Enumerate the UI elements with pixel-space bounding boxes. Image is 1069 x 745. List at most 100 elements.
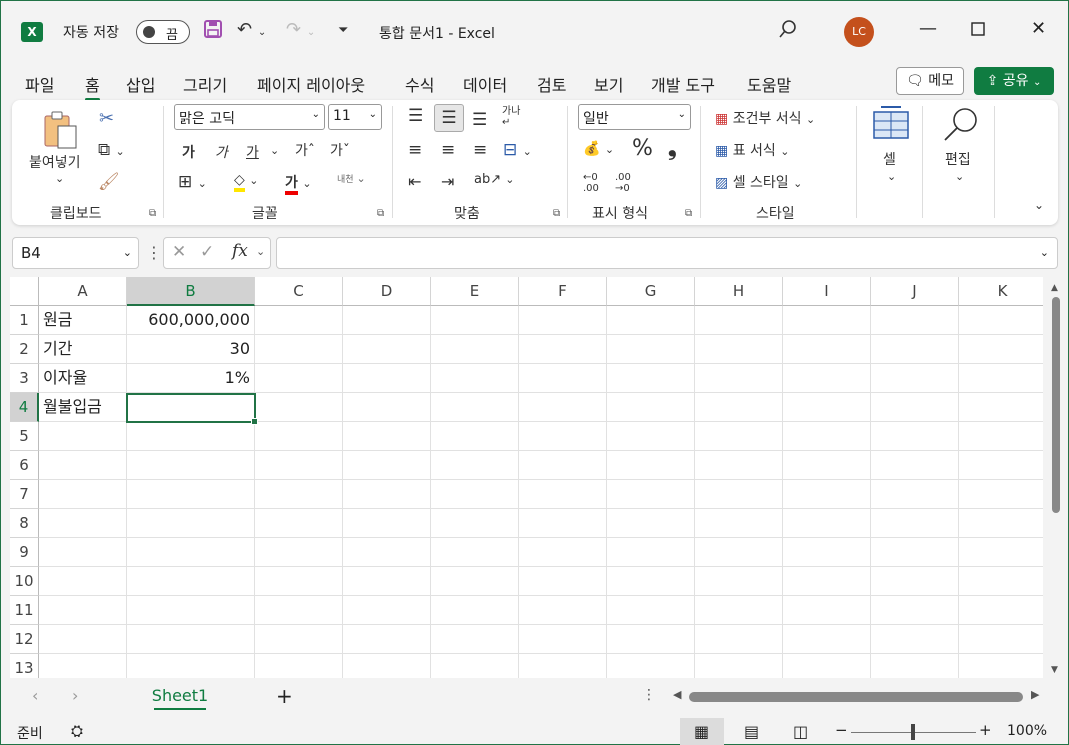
clipboard-launcher-icon[interactable]: ⧉ xyxy=(149,208,156,219)
cell-f6[interactable] xyxy=(519,451,607,480)
cell-k5[interactable] xyxy=(959,422,1043,451)
cell-f7[interactable] xyxy=(519,480,607,509)
format-painter-icon[interactable]: 🖌 xyxy=(98,172,120,192)
row-header-12[interactable]: 12 xyxy=(10,625,39,654)
cell-a6[interactable] xyxy=(39,451,127,480)
cell-a5[interactable] xyxy=(39,422,127,451)
column-header-a[interactable]: A xyxy=(39,277,127,306)
cell-e10[interactable] xyxy=(431,567,519,596)
wrap-text-icon[interactable]: 가나 ↵ xyxy=(502,106,520,128)
cell-c4[interactable] xyxy=(255,393,343,422)
close-icon[interactable]: ✕ xyxy=(1031,18,1046,39)
increase-indent-icon[interactable]: ⇥ xyxy=(441,172,454,191)
cells-icon[interactable] xyxy=(873,106,909,144)
cell-a11[interactable] xyxy=(39,596,127,625)
vertical-scroll-thumb[interactable] xyxy=(1052,297,1060,513)
cell-b11[interactable] xyxy=(127,596,255,625)
number-launcher-icon[interactable]: ⧉ xyxy=(685,208,692,219)
accessibility-icon[interactable]: ⛭ xyxy=(71,722,83,740)
cell-j9[interactable] xyxy=(871,538,959,567)
cell-k13[interactable] xyxy=(959,654,1043,678)
font-color-button[interactable]: 가 ⌄ xyxy=(285,172,312,195)
cell-e1[interactable] xyxy=(431,306,519,335)
horizontal-scroll-thumb[interactable] xyxy=(689,692,1023,702)
cell-g13[interactable] xyxy=(607,654,695,678)
cell-c8[interactable] xyxy=(255,509,343,538)
cell-k6[interactable] xyxy=(959,451,1043,480)
align-right-icon[interactable]: ≡ xyxy=(473,140,487,160)
cell-i9[interactable] xyxy=(783,538,871,567)
ribbon-collapse-icon[interactable]: ⌄ xyxy=(1034,198,1044,212)
phonetic-icon[interactable]: 내천 ⌄ xyxy=(337,172,366,185)
cell-e12[interactable] xyxy=(431,625,519,654)
insert-function-icon[interactable]: fx xyxy=(232,241,248,261)
cell-e3[interactable] xyxy=(431,364,519,393)
column-header-k[interactable]: K xyxy=(959,277,1043,306)
cell-d3[interactable] xyxy=(343,364,431,393)
enter-icon[interactable]: ✓ xyxy=(200,242,214,262)
cell-j11[interactable] xyxy=(871,596,959,625)
grow-font-button[interactable]: 가ˆ xyxy=(295,140,315,160)
cell-a9[interactable] xyxy=(39,538,127,567)
cell-g10[interactable] xyxy=(607,567,695,596)
cell-b5[interactable] xyxy=(127,422,255,451)
cell-i4[interactable] xyxy=(783,393,871,422)
align-middle-icon[interactable]: ☰ xyxy=(434,104,464,132)
cell-c10[interactable] xyxy=(255,567,343,596)
cell-k1[interactable] xyxy=(959,306,1043,335)
format-as-table-button[interactable]: ▦ 표 서식 ⌄ xyxy=(715,140,789,160)
maximize-icon[interactable] xyxy=(971,20,985,41)
cell-d4[interactable] xyxy=(343,393,431,422)
share-button[interactable]: ⇪ 공유 ⌄ xyxy=(974,67,1054,95)
zoom-slider-handle[interactable] xyxy=(911,724,915,740)
scroll-right-icon[interactable]: ▶ xyxy=(1031,688,1039,701)
cells-button[interactable]: 셀 xyxy=(883,149,896,169)
tab-developer[interactable]: 개발 도구 xyxy=(651,72,715,96)
cell-a4[interactable]: 월불입금 xyxy=(39,393,127,422)
cell-k7[interactable] xyxy=(959,480,1043,509)
cell-e9[interactable] xyxy=(431,538,519,567)
merge-center-icon[interactable]: ⊟ ⌄ xyxy=(503,140,532,160)
cell-j12[interactable] xyxy=(871,625,959,654)
alignment-launcher-icon[interactable]: ⧉ xyxy=(553,208,560,219)
tab-file[interactable]: 파일 xyxy=(25,72,54,96)
cell-g4[interactable] xyxy=(607,393,695,422)
cell-h8[interactable] xyxy=(695,509,783,538)
cell-a3[interactable]: 이자율 xyxy=(39,364,127,393)
cell-j13[interactable] xyxy=(871,654,959,678)
cell-h10[interactable] xyxy=(695,567,783,596)
cell-j6[interactable] xyxy=(871,451,959,480)
cell-b3[interactable]: 1% xyxy=(127,364,255,393)
prev-sheet-icon[interactable]: ‹ xyxy=(32,686,38,705)
align-center-icon[interactable]: ≡ xyxy=(441,140,455,160)
cell-c11[interactable] xyxy=(255,596,343,625)
cell-i11[interactable] xyxy=(783,596,871,625)
cell-c5[interactable] xyxy=(255,422,343,451)
zoom-in-icon[interactable]: + xyxy=(979,721,992,739)
cell-i3[interactable] xyxy=(783,364,871,393)
cell-i7[interactable] xyxy=(783,480,871,509)
cell-d8[interactable] xyxy=(343,509,431,538)
cell-e7[interactable] xyxy=(431,480,519,509)
column-header-g[interactable]: G xyxy=(607,277,695,306)
zoom-level[interactable]: 100% xyxy=(1007,723,1047,739)
cell-d9[interactable] xyxy=(343,538,431,567)
cell-f1[interactable] xyxy=(519,306,607,335)
cell-k11[interactable] xyxy=(959,596,1043,625)
column-header-h[interactable]: H xyxy=(695,277,783,306)
cell-j10[interactable] xyxy=(871,567,959,596)
cell-c1[interactable] xyxy=(255,306,343,335)
cell-c7[interactable] xyxy=(255,480,343,509)
cell-g12[interactable] xyxy=(607,625,695,654)
cell-b8[interactable] xyxy=(127,509,255,538)
cell-e8[interactable] xyxy=(431,509,519,538)
cell-h5[interactable] xyxy=(695,422,783,451)
cell-a1[interactable]: 원금 xyxy=(39,306,127,335)
cell-k10[interactable] xyxy=(959,567,1043,596)
cell-j8[interactable] xyxy=(871,509,959,538)
active-cell-b4[interactable] xyxy=(126,393,258,425)
orientation-icon[interactable]: ab↗ ⌄ xyxy=(474,172,514,187)
cell-b7[interactable] xyxy=(127,480,255,509)
user-avatar[interactable]: LC xyxy=(844,17,874,47)
cell-f5[interactable] xyxy=(519,422,607,451)
